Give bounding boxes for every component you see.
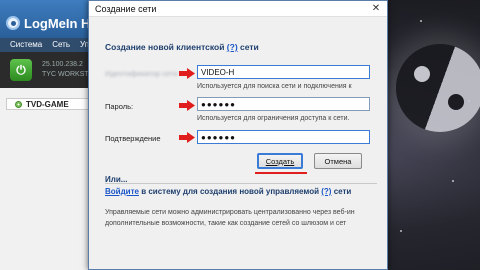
cancel-button[interactable]: Отмена <box>314 153 362 169</box>
help-link[interactable]: (?) <box>227 42 238 52</box>
power-icon: ⏻ <box>16 62 26 77</box>
dialog-titlebar: Создание сети ✕ <box>89 1 387 17</box>
network-item-label: TVD-GAME <box>26 99 69 109</box>
heading-text: Создание новой клиентской <box>105 42 225 52</box>
close-button[interactable]: ✕ <box>365 2 387 16</box>
create-button-label: Создать <box>265 156 295 166</box>
managed-help-link[interactable]: (?) <box>321 187 331 196</box>
network-id-label: Идентификатор сети <box>105 69 178 78</box>
login-link[interactable]: Войдите <box>105 187 139 196</box>
login-text: в систему для создания новой управляемой <box>141 187 320 196</box>
login-line: Войдите в систему для создания новой упр… <box>105 187 351 196</box>
desc-line: дополнительные возможности, такие как со… <box>105 220 347 227</box>
yin-yang-wallpaper <box>396 44 480 132</box>
red-arrow-icon <box>179 132 195 143</box>
password-label: Пароль: <box>105 102 134 111</box>
dialog-title: Создание сети <box>95 3 157 14</box>
network-id-input[interactable]: VIDEO-H <box>197 65 370 79</box>
menu-system[interactable]: Система <box>10 40 42 52</box>
dialog-heading: Создание новой клиентской (?) сети <box>105 42 259 52</box>
star <box>420 20 422 22</box>
password-input[interactable]: ●●●●●● <box>197 97 370 111</box>
create-network-dialog: Создание сети ✕ Создание новой клиентско… <box>88 0 388 270</box>
red-highlight-underline <box>255 172 307 174</box>
network-id-hint: Используется для поиска сети и подключен… <box>197 83 352 90</box>
password-hint: Используется для ограничения доступа к с… <box>197 115 350 122</box>
managed-networks-description: Управляемые сети можно администрировать … <box>105 207 385 229</box>
heading-suffix: сети <box>240 42 259 52</box>
confirm-password-input[interactable]: ●●●●●● <box>197 130 370 144</box>
confirm-label: Подтверждение <box>105 134 161 143</box>
desc-line: Управляемые сети можно администрировать … <box>105 209 355 216</box>
hamachi-logo-icon <box>6 16 20 30</box>
section-divider <box>105 183 377 184</box>
red-arrow-icon <box>179 68 195 79</box>
online-status-icon <box>15 100 22 108</box>
star <box>452 180 454 182</box>
star <box>400 230 402 232</box>
menu-network[interactable]: Сеть <box>52 40 70 52</box>
red-arrow-icon <box>179 100 195 111</box>
cancel-button-label: Отмена <box>324 156 352 166</box>
create-button[interactable]: Создать <box>257 153 303 169</box>
power-button[interactable]: ⏻ <box>10 59 32 81</box>
close-icon: ✕ <box>371 3 381 14</box>
login-suffix: сети <box>333 187 352 196</box>
dialog-body: Создание новой клиентской (?) сети Идент… <box>89 17 387 269</box>
